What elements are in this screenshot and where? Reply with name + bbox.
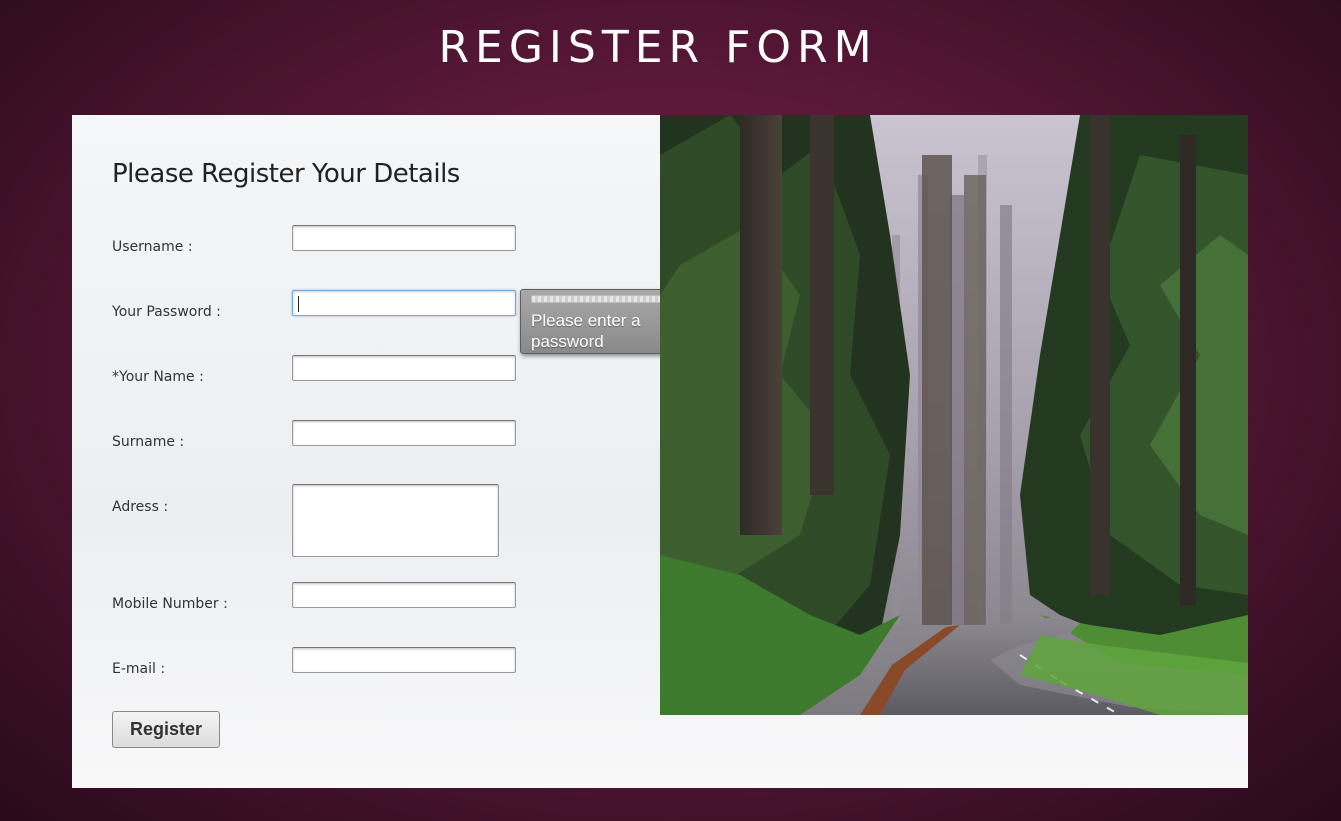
- register-panel: Please Register Your Details Username : …: [72, 115, 1248, 788]
- username-label: Username :: [112, 239, 193, 255]
- email-input[interactable]: [292, 647, 516, 673]
- register-button[interactable]: Register: [112, 711, 220, 748]
- validation-message: Please enter a password: [531, 311, 641, 351]
- address-label: Adress :: [112, 499, 169, 515]
- surname-label: Surname :: [112, 434, 185, 450]
- password-input[interactable]: [292, 290, 516, 316]
- page-title: REGISTER FORM: [438, 22, 878, 73]
- mobile-label: Mobile Number :: [112, 596, 228, 612]
- username-input[interactable]: [292, 225, 516, 251]
- password-label: Your Password :: [112, 304, 221, 320]
- name-input[interactable]: [292, 355, 516, 381]
- mobile-input[interactable]: [292, 582, 516, 608]
- surname-input[interactable]: [292, 420, 516, 446]
- form-heading: Please Register Your Details: [112, 159, 460, 189]
- text-caret: [298, 296, 299, 312]
- email-label: E-mail :: [112, 661, 166, 677]
- forest-road-photo: [660, 115, 1248, 715]
- name-label: *Your Name :: [112, 369, 204, 385]
- validation-bubble-icon: [531, 295, 681, 303]
- address-textarea[interactable]: [292, 484, 499, 557]
